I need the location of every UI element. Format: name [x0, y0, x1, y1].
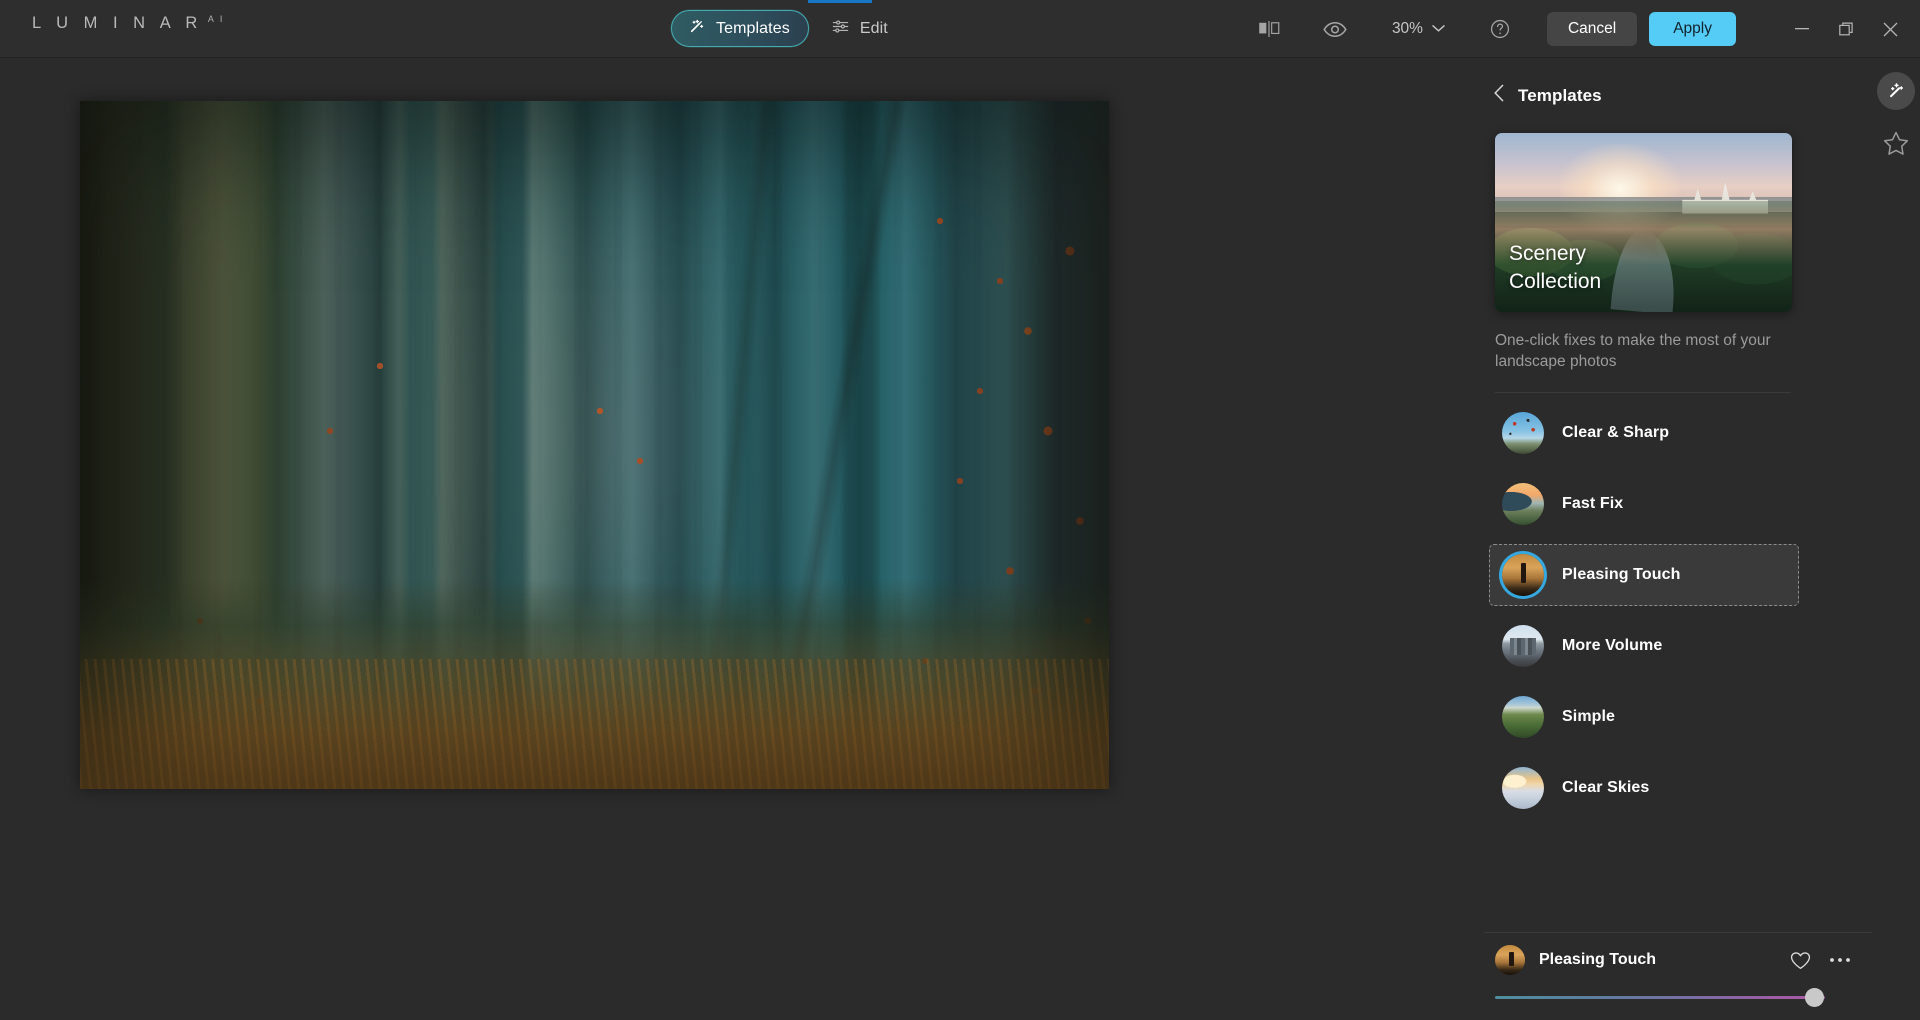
photo-preview[interactable] — [80, 101, 1109, 789]
compare-split-icon[interactable] — [1252, 12, 1286, 46]
applied-template-name: Pleasing Touch — [1539, 951, 1657, 968]
template-thumbnail — [1502, 483, 1544, 525]
logo-wordmark: L U M I N A R — [32, 14, 203, 32]
more-horizontal-icon[interactable] — [1826, 946, 1854, 974]
template-thumbnail — [1502, 767, 1544, 809]
cancel-button[interactable]: Cancel — [1546, 12, 1638, 46]
template-thumbnail — [1502, 696, 1544, 738]
template-item-clear-skies[interactable]: Clear Skies — [1489, 757, 1799, 819]
chevron-left-icon[interactable] — [1493, 84, 1505, 107]
eye-icon[interactable] — [1318, 12, 1352, 46]
mode-switch: Templates Edit — [671, 10, 907, 47]
restore-icon[interactable] — [1824, 12, 1868, 46]
template-item-fast-fix[interactable]: Fast Fix — [1489, 473, 1799, 535]
magic-wand-circle-icon[interactable] — [1877, 72, 1915, 110]
top-progress-fill — [808, 0, 872, 3]
slider-handle[interactable] — [1805, 988, 1824, 1007]
collection-description: One-click fixes to make the most of your… — [1495, 332, 1771, 370]
applied-template-row: Pleasing Touch — [1484, 933, 1872, 981]
tab-templates[interactable]: Templates — [671, 10, 809, 47]
canvas-area — [0, 58, 1492, 1020]
tab-edit-label: Edit — [859, 19, 888, 37]
apply-button[interactable]: Apply — [1649, 12, 1736, 46]
template-item-label: More Volume — [1562, 637, 1663, 654]
template-item-label: Clear & Sharp — [1562, 424, 1670, 441]
template-item-pleasing-touch[interactable]: Pleasing Touch — [1489, 544, 1799, 606]
template-item-simple[interactable]: Simple — [1489, 686, 1799, 748]
tab-templates-label: Templates — [716, 19, 790, 37]
help-circle-icon[interactable] — [1483, 12, 1517, 46]
templates-panel: Templates Scenery Collection One-click f… — [1484, 58, 1872, 1020]
template-thumbnail — [1502, 412, 1544, 454]
collection-title-line1: Scenery — [1509, 242, 1587, 265]
applied-template-bar: Pleasing Touch — [1484, 932, 1872, 1020]
applied-template-thumbnail — [1495, 945, 1525, 975]
magic-wand-icon — [687, 17, 706, 41]
panel-divider-top — [1495, 392, 1791, 393]
app-logo: L U M I N A R A I — [32, 14, 224, 33]
zoom-level-control[interactable]: 30% — [1386, 16, 1451, 42]
zoom-level-value: 30% — [1391, 20, 1423, 37]
heart-icon[interactable] — [1786, 946, 1814, 974]
template-item-label: Clear Skies — [1562, 779, 1650, 796]
star-outline-icon[interactable] — [1879, 126, 1913, 160]
template-item-label: Simple — [1562, 708, 1616, 725]
template-list: Clear & Sharp Fast Fix Pleasing Touch Mo… — [1484, 402, 1872, 819]
photo-layer-vignette — [80, 101, 1109, 789]
logo-ai-superscript: A I — [207, 14, 225, 24]
minimize-icon[interactable] — [1780, 12, 1824, 46]
sliders-icon — [831, 17, 850, 41]
template-item-label: Pleasing Touch — [1562, 566, 1681, 583]
template-item-label: Fast Fix — [1562, 495, 1624, 512]
template-thumbnail — [1502, 625, 1544, 667]
template-item-more-volume[interactable]: More Volume — [1489, 615, 1799, 677]
toolbar-right-cluster: 30% Cancel Apply — [1252, 0, 1920, 58]
chevron-down-icon — [1432, 20, 1445, 38]
slider-track — [1495, 996, 1825, 999]
panel-header: Templates — [1484, 58, 1872, 107]
panel-title: Templates — [1518, 85, 1602, 105]
collection-card-title: Scenery Collection — [1509, 240, 1601, 296]
template-item-clear-and-sharp[interactable]: Clear & Sharp — [1489, 402, 1799, 464]
right-rail — [1872, 58, 1920, 1020]
luminar-ai-window: L U M I N A R A I Templates Edit 30% Can… — [0, 0, 1920, 1020]
tab-edit[interactable]: Edit — [815, 10, 907, 47]
applied-template-actions — [1786, 946, 1872, 974]
close-icon[interactable] — [1868, 12, 1912, 46]
collection-card[interactable]: Scenery Collection — [1495, 133, 1792, 312]
template-amount-slider[interactable] — [1495, 987, 1825, 1009]
collection-title-line2: Collection — [1509, 270, 1602, 293]
top-toolbar: L U M I N A R A I Templates Edit 30% Can… — [0, 0, 1920, 58]
template-thumbnail — [1502, 554, 1544, 596]
